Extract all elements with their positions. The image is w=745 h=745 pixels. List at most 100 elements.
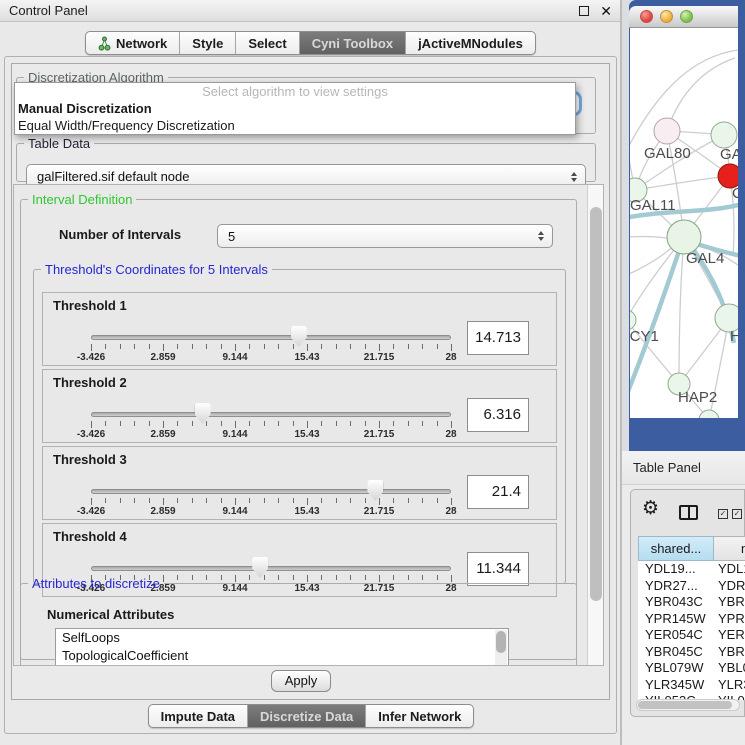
network-window-titlebar <box>629 6 738 28</box>
table-row[interactable]: YBR045CYBR0 <box>638 644 745 661</box>
tick-label: 21.715 <box>364 352 395 363</box>
table-panel-title: Table Panel <box>633 460 701 475</box>
threshold-label: Threshold 4 <box>53 529 127 544</box>
tick-label: 15.43 <box>294 352 319 363</box>
number-of-intervals-combobox[interactable]: 5 <box>217 224 553 248</box>
network-node-label: GAL80 <box>644 145 691 162</box>
network-node-label: GAL4 <box>686 250 724 267</box>
tick-label: 21.715 <box>364 429 395 440</box>
slider-track[interactable] <box>91 335 451 340</box>
tab-impute-data[interactable]: Impute Data <box>149 705 248 727</box>
tick-label: 2.859 <box>150 429 175 440</box>
network-node[interactable] <box>711 122 737 148</box>
table-data-label: Table Data <box>24 136 94 151</box>
table-row[interactable]: YDL19...YDL1 <box>638 561 745 578</box>
control-panel-titlebar: Control Panel ✕ <box>0 0 620 22</box>
column-header-shared-name[interactable]: shared... <box>638 536 714 561</box>
tab-label: jActiveMNodules <box>418 32 523 55</box>
dropdown-placeholder-option[interactable]: Select algorithm to view settings <box>15 83 575 100</box>
table-row[interactable]: YBL079WYBL0 <box>638 660 745 677</box>
network-edge <box>635 176 730 190</box>
network-edge <box>635 135 724 190</box>
tab-cyni-toolbox[interactable]: Cyni Toolbox <box>300 32 406 54</box>
tab-discretize-data[interactable]: Discretize Data <box>248 705 366 727</box>
vertical-scrollbar[interactable] <box>587 185 604 666</box>
threshold-value-field[interactable]: 14.713 <box>467 321 529 355</box>
network-edge <box>679 237 684 384</box>
settings-gear-icon[interactable]: ⚙ <box>642 499 659 519</box>
minimize-traffic-light-icon[interactable] <box>660 10 673 23</box>
list-scrollbar[interactable] <box>495 630 507 666</box>
scrollbar-thumb[interactable] <box>638 701 732 709</box>
cell-shared-name: YDL19... <box>638 561 714 578</box>
tab-label: Impute Data <box>161 705 235 728</box>
tab-label: Network <box>116 32 167 55</box>
cell-shared-name: YDR27... <box>638 578 714 595</box>
combobox-stepper-icon <box>571 172 577 182</box>
tab-network[interactable]: Network <box>86 32 180 54</box>
column-header-name[interactable]: n <box>714 536 745 561</box>
cell-name: YBR0 <box>714 594 745 611</box>
slider-track[interactable] <box>91 412 451 417</box>
table-row[interactable]: YDR27...YDR2 <box>638 578 745 595</box>
tab-select[interactable]: Select <box>236 32 299 54</box>
network-node-label: H <box>730 328 738 345</box>
bottom-tab-bar: Impute Data Discretize DataInfer Network <box>0 704 622 728</box>
table-row[interactable]: YBR043CYBR0 <box>638 594 745 611</box>
network-canvas[interactable]: GAL80GACGAL11GAL4GCY1HHAP2 <box>630 28 738 418</box>
horizontal-scrollbar[interactable] <box>636 699 740 711</box>
slider-track[interactable] <box>91 566 451 571</box>
cell-shared-name: YLR345W <box>638 677 714 694</box>
table-row[interactable]: YER054CYER0 <box>638 627 745 644</box>
slider-track[interactable] <box>91 489 451 494</box>
network-node-gal80[interactable] <box>654 118 680 144</box>
thresholds-group: Threshold's Coordinates for 5 Intervals … <box>33 262 566 584</box>
cell-shared-name: YBR045C <box>638 644 714 661</box>
tick-label: -3.426 <box>77 429 105 440</box>
tick-label: 28 <box>445 352 456 363</box>
slider-ticks <box>91 498 451 506</box>
choose-columns-icon[interactable] <box>679 505 698 520</box>
tick-label: -3.426 <box>77 352 105 363</box>
tick-label: -3.426 <box>77 506 105 517</box>
table-row[interactable]: YPR145WYPR1 <box>638 611 745 628</box>
table-row[interactable]: YLR345WYLR3 <box>638 677 745 694</box>
zoom-traffic-light-icon[interactable] <box>680 10 693 23</box>
close-traffic-light-icon[interactable] <box>640 10 653 23</box>
threshold-label: Threshold 1 <box>53 298 127 313</box>
dropdown-option-manual-discretization[interactable]: Manual Discretization <box>15 100 575 117</box>
list-item-topologicalcoefficient[interactable]: TopologicalCoefficient <box>56 647 508 665</box>
select-all-checkbox-icon[interactable]: ✓ <box>718 509 728 519</box>
float-window-icon[interactable] <box>579 6 589 16</box>
tick-label: 15.43 <box>294 506 319 517</box>
close-icon[interactable]: ✕ <box>600 1 612 22</box>
tab-label: Select <box>248 32 286 55</box>
table-data-selected-value: galFiltered.sif default node <box>27 169 189 184</box>
slider-ticks <box>91 344 451 352</box>
dropdown-option-equal-width-frequency-discretization[interactable]: Equal Width/Frequency Discretization <box>15 117 575 134</box>
numerical-attributes-listbox[interactable]: SelfLoopsTopologicalCoefficientBetweenne… <box>55 628 509 666</box>
network-node-label: C <box>732 185 738 202</box>
tab-jactivemnodules[interactable]: jActiveMNodules <box>406 32 535 54</box>
network-node-gcy1[interactable] <box>630 310 636 330</box>
select-all-checkbox-icon[interactable]: ✓ <box>732 509 742 519</box>
threshold-value-field[interactable]: 6.316 <box>467 398 529 432</box>
tab-infer-network[interactable]: Infer Network <box>366 705 473 727</box>
tab-label: Cyni Toolbox <box>312 32 393 55</box>
attributes-group-label: Attributes to discretize <box>28 576 164 591</box>
table-rows: YDL19...YDL1YDR27...YDR2YBR043CYBR0YPR14… <box>638 561 745 700</box>
scrollbar-thumb[interactable] <box>590 207 602 601</box>
network-edge <box>630 68 635 190</box>
tab-style[interactable]: Style <box>180 32 236 54</box>
apply-button[interactable]: Apply <box>271 670 331 692</box>
threshold-label: Threshold 3 <box>53 452 127 467</box>
threshold-value-field[interactable]: 21.4 <box>467 475 529 509</box>
threshold-label: Threshold 2 <box>53 375 127 390</box>
network-graph: GAL80GACGAL11GAL4GCY1HHAP2 <box>630 28 738 418</box>
cell-name: YDR2 <box>714 578 745 595</box>
network-node-gal4[interactable] <box>667 220 701 254</box>
tab-label: Style <box>192 32 223 55</box>
network-node-label: GA <box>720 146 738 163</box>
list-item-betweennesscentrality[interactable]: BetweennessCentrality <box>56 664 508 666</box>
list-item-selfloops[interactable]: SelfLoops <box>56 629 508 647</box>
